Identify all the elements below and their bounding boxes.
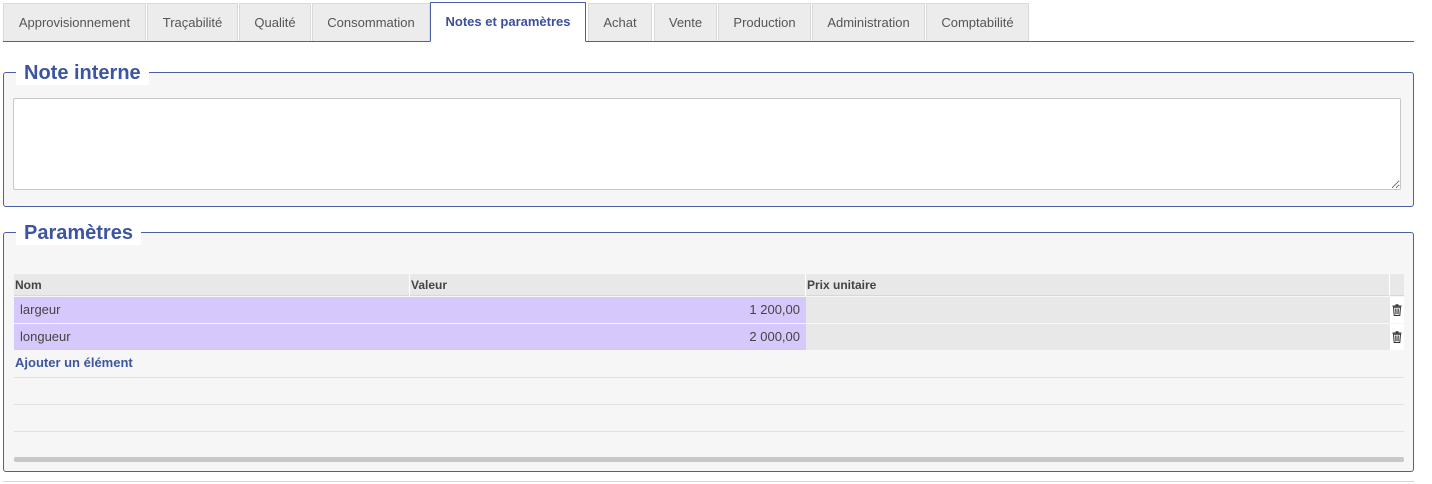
cell-valeur[interactable]: 1 200,00 bbox=[410, 297, 806, 323]
tab-comptabilite[interactable]: Comptabilité bbox=[926, 3, 1029, 41]
grid-divider bbox=[14, 431, 1404, 432]
horizontal-scrollbar[interactable] bbox=[14, 457, 1404, 462]
cell-prix-unitaire[interactable] bbox=[806, 297, 1390, 323]
note-interne-textarea[interactable] bbox=[13, 98, 1401, 190]
column-header-valeur[interactable]: Valeur bbox=[410, 274, 806, 296]
tab-vente[interactable]: Vente bbox=[654, 3, 717, 41]
table-row[interactable]: longueur 2 000,00 bbox=[14, 324, 1404, 350]
cell-nom[interactable]: longueur bbox=[14, 324, 410, 350]
tab-qualite[interactable]: Qualité bbox=[239, 3, 311, 41]
tab-tracabilite[interactable]: Traçabilité bbox=[147, 3, 238, 41]
tab-achat[interactable]: Achat bbox=[588, 3, 652, 41]
delete-row-button[interactable] bbox=[1390, 297, 1404, 323]
table-row[interactable]: largeur 1 200,00 bbox=[14, 297, 1404, 323]
cell-valeur[interactable]: 2 000,00 bbox=[410, 324, 806, 350]
tab-notes-et-parametres[interactable]: Notes et paramètres bbox=[430, 2, 586, 42]
trash-icon[interactable] bbox=[1392, 331, 1402, 343]
parametres-legend: Paramètres bbox=[16, 221, 141, 245]
add-element-link[interactable]: Ajouter un élément bbox=[15, 350, 133, 376]
parametres-fieldset: Paramètres Nom Valeur Prix unitaire larg… bbox=[3, 221, 1414, 472]
column-header-prix-unitaire[interactable]: Prix unitaire bbox=[806, 274, 1390, 296]
tab-bar: Approvisionnement Traçabilité Qualité Co… bbox=[3, 2, 1414, 42]
grid-divider bbox=[14, 404, 1404, 405]
cell-nom[interactable]: largeur bbox=[14, 297, 410, 323]
column-header-nom[interactable]: Nom bbox=[14, 274, 410, 296]
note-interne-fieldset: Note interne bbox=[3, 61, 1414, 207]
tab-production[interactable]: Production bbox=[718, 3, 811, 41]
tab-approvisionnement[interactable]: Approvisionnement bbox=[3, 3, 146, 41]
delete-row-button[interactable] bbox=[1390, 324, 1404, 350]
cell-prix-unitaire[interactable] bbox=[806, 324, 1390, 350]
trash-icon[interactable] bbox=[1392, 304, 1402, 316]
tab-administration[interactable]: Administration bbox=[812, 3, 925, 41]
page: Approvisionnement Traçabilité Qualité Co… bbox=[0, 0, 1432, 484]
note-interne-legend: Note interne bbox=[16, 61, 149, 85]
tab-consommation[interactable]: Consommation bbox=[312, 3, 430, 41]
grid-divider bbox=[14, 377, 1404, 378]
bottom-divider bbox=[3, 481, 1414, 482]
grid-header: Nom Valeur Prix unitaire bbox=[14, 274, 1404, 296]
